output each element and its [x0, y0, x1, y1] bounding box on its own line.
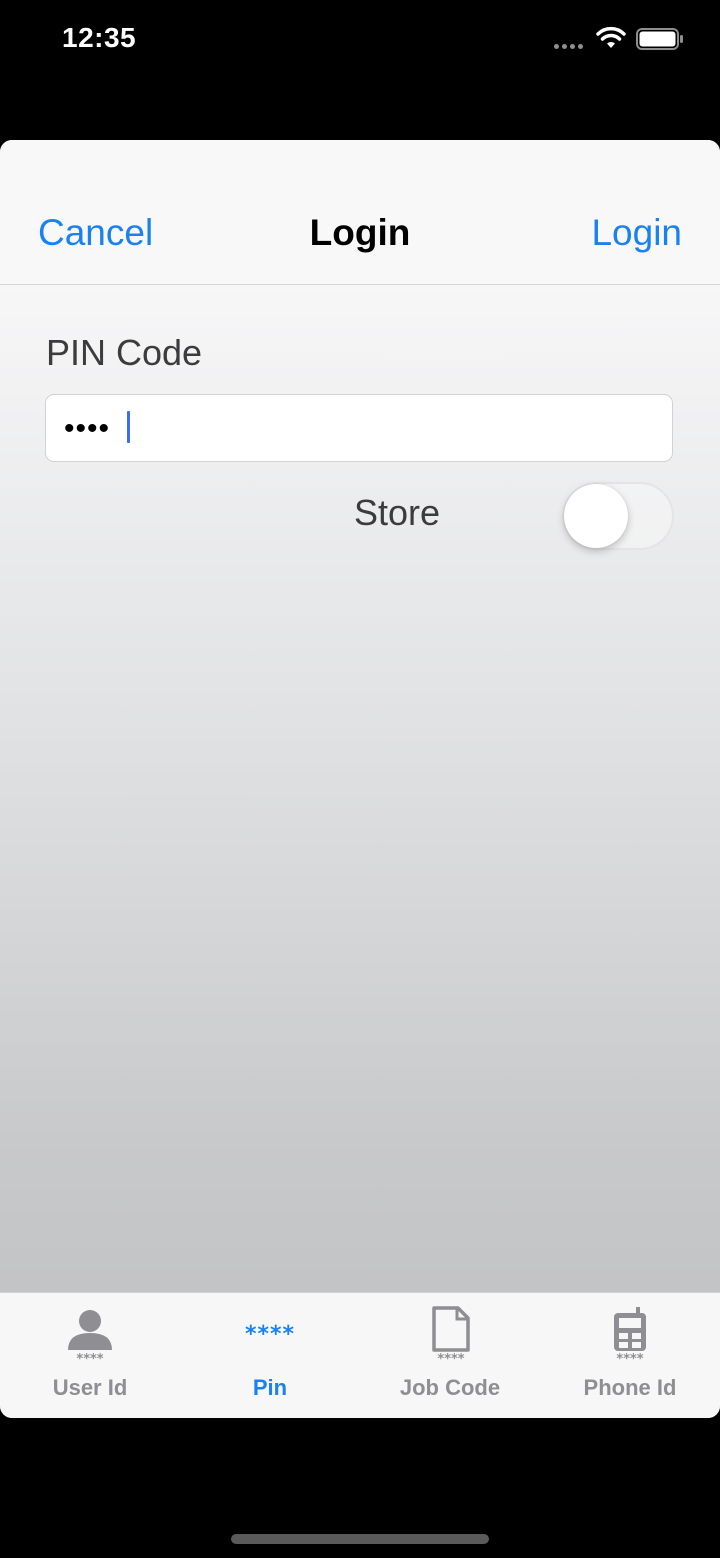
tab-label: User Id — [52, 1375, 128, 1400]
wifi-icon — [596, 26, 626, 48]
svg-text:****: **** — [437, 1352, 464, 1365]
toggle-knob — [564, 484, 628, 548]
login-button[interactable]: Login — [591, 212, 682, 254]
status-bar: 12:35 — [0, 0, 720, 80]
tab-bar: **** User Id **** Pin **** Job Code ****… — [0, 1292, 720, 1418]
text-caret — [127, 411, 130, 443]
svg-text:****: **** — [616, 1352, 643, 1365]
pin-icon: **** — [245, 1322, 295, 1347]
screen: 12:35 Cancel Login Login PIN Code •••• S… — [0, 0, 720, 1558]
tab-label: Job Code — [399, 1375, 501, 1400]
home-indicator[interactable] — [231, 1534, 489, 1544]
pin-code-label: PIN Code — [46, 332, 203, 373]
pin-code-input[interactable]: •••• — [45, 394, 673, 462]
document-icon: **** — [432, 1306, 470, 1365]
tab-label: Phone Id — [583, 1375, 677, 1400]
user-icon: **** — [68, 1310, 112, 1365]
svg-text:****: **** — [76, 1352, 103, 1365]
tab-job-code[interactable]: **** Job Code — [360, 1293, 540, 1418]
login-sheet: Cancel Login Login PIN Code •••• Store *… — [0, 140, 720, 1418]
pin-masked-value: •••• — [64, 412, 111, 445]
tab-user-id[interactable]: **** User Id — [0, 1293, 180, 1418]
tab-phone-id[interactable]: **** Phone Id — [540, 1293, 720, 1418]
store-label: Store — [354, 492, 441, 533]
tab-label: Pin — [252, 1375, 288, 1400]
status-time: 12:35 — [62, 22, 137, 53]
phone-icon: **** — [614, 1307, 646, 1365]
navigation-bar: Cancel Login Login — [0, 140, 720, 285]
svg-text:****: **** — [245, 1322, 295, 1347]
cellular-signal-icon — [554, 44, 583, 49]
battery-icon — [636, 28, 683, 50]
store-toggle[interactable] — [562, 482, 674, 550]
tab-pin[interactable]: **** Pin — [180, 1293, 360, 1418]
